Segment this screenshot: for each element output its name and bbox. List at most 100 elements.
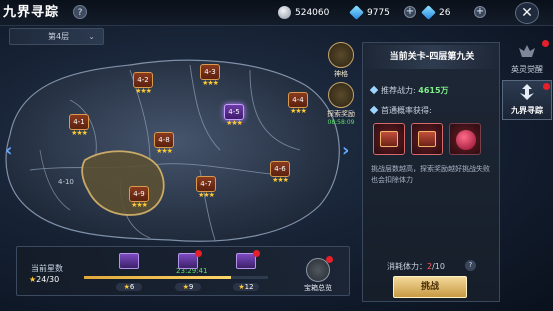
stage-stars: ★★★ <box>226 119 243 127</box>
tab-label: 九界寻踪 <box>511 105 543 115</box>
bullet-icon <box>369 85 379 95</box>
star-progress-fill <box>84 276 232 279</box>
chevron-down-icon: ⌄ <box>88 32 95 41</box>
chest-icon <box>418 131 436 147</box>
stage-stars: ★★★ <box>202 79 219 87</box>
recommended-power: 推荐战力: 4615万 <box>369 85 449 96</box>
drop-item[interactable] <box>373 123 405 155</box>
tab-hero-awakening[interactable]: 英灵觉醒 <box>502 40 552 80</box>
notification-dot <box>326 256 333 263</box>
stage-stars: ★★★ <box>71 129 88 137</box>
stage-label: 4-7 <box>196 176 216 192</box>
shenge-icon <box>328 42 354 68</box>
stage-label: 4-3 <box>200 64 220 80</box>
stage-node-4-1[interactable]: 4-1 ★★★ <box>66 114 92 144</box>
silver-counter: 524060 <box>278 5 329 21</box>
stage-node-4-2[interactable]: 4-2 ★★★ <box>130 72 156 102</box>
chest-icon <box>119 253 139 269</box>
silver-value: 524060 <box>295 8 330 18</box>
stage-label: 4-10 <box>58 178 74 186</box>
stage-node-4-6[interactable]: 4-6 ★★★ <box>267 161 293 191</box>
gem-value: 26 <box>439 8 451 18</box>
stage-label: 4-6 <box>270 161 290 177</box>
stage-stars: ★★★ <box>156 147 173 155</box>
stage-node-4-3[interactable]: 4-3 ★★★ <box>197 64 223 94</box>
explore-reward-button[interactable]: 探索奖励 08:58:09 <box>326 82 356 126</box>
notification-dot <box>253 250 260 257</box>
stage-node-4-9[interactable]: 4-9 ★★★ <box>126 186 152 216</box>
stage-label: 4-9 <box>129 186 149 202</box>
stage-stars: ★★★ <box>290 107 307 115</box>
bullet-icon <box>369 105 379 115</box>
shenge-button[interactable]: 神格 <box>326 42 356 79</box>
stars-count: 24/30 <box>36 275 60 284</box>
previous-floor-arrow[interactable]: ‹ <box>5 140 12 161</box>
stamina-help-icon[interactable]: ? <box>465 260 476 271</box>
stage-label: 4-2 <box>133 72 153 88</box>
winged-helmet-icon <box>519 45 535 57</box>
gem-icon <box>421 5 436 20</box>
top-bar: 九界寻踪 ? 524060 9775 + 26 + ✕ <box>0 0 553 26</box>
star-requirement: ★9 <box>175 283 201 291</box>
world-map <box>5 59 340 242</box>
stage-label: 4-1 <box>69 114 89 130</box>
stage-label: 4-4 <box>288 92 308 108</box>
stamina-total: /10 <box>432 262 445 271</box>
challenge-button[interactable]: 挑战 <box>393 276 467 298</box>
add-gem-button[interactable]: + <box>474 6 486 18</box>
stage-node-4-4[interactable]: 4-4 ★★★ <box>285 92 311 122</box>
explore-timer: 08:58:09 <box>327 119 355 126</box>
notification-dot <box>195 250 202 257</box>
gem-counter: 26 <box>421 5 451 21</box>
star-requirement: ★6 <box>116 283 142 291</box>
floor-dropdown-value: 第4层 <box>48 32 70 41</box>
help-icon[interactable]: ? <box>73 5 87 19</box>
next-floor-arrow[interactable]: › <box>342 140 349 161</box>
stage-node-4-7[interactable]: 4-7 ★★★ <box>193 176 219 206</box>
stamina-cost: 消耗体力：2/10 <box>387 262 445 271</box>
power-value: 4615万 <box>418 86 449 95</box>
stage-stars: ★★★ <box>272 176 289 184</box>
stage-label: 4-8 <box>154 132 174 148</box>
stage-title: 当前关卡-四层第九关 <box>363 45 501 69</box>
stage-label: 4-5 <box>224 104 244 120</box>
diamond-icon <box>349 5 364 20</box>
floor-dropdown[interactable]: 第4层 ⌄ <box>9 28 104 45</box>
stage-note: 挑战层数越高，探索奖励越好挑战失败也会扣除体力 <box>371 165 490 184</box>
diamond-counter: 9775 <box>349 5 390 21</box>
star-reward-chest[interactable]: ★6 <box>116 253 142 291</box>
tab-label: 英灵觉醒 <box>511 65 543 74</box>
current-stars-value: ★24/30 <box>29 275 59 284</box>
add-diamond-button[interactable]: + <box>404 6 416 18</box>
stage-node-4-10[interactable]: 4-10 <box>56 166 82 196</box>
star-reward-chest[interactable]: ★12 <box>233 250 260 291</box>
chest-icon <box>380 131 398 147</box>
chest-overview-label: 宝箱总览 <box>304 284 332 292</box>
silver-coin-icon <box>278 6 291 19</box>
treasure-icon <box>328 82 354 108</box>
drop-item[interactable] <box>411 123 443 155</box>
stage-node-4-5[interactable]: 4-5 ★★★ <box>221 104 247 134</box>
game-screen: 九界寻踪 ? 524060 9775 + 26 + ✕ 第4层 ⌄ ‹ › 4-… <box>0 0 553 311</box>
shenge-label: 神格 <box>334 70 348 78</box>
current-stars-label: 当前星数 <box>31 264 63 273</box>
diamond-value: 9775 <box>367 8 390 18</box>
stage-stars: ★★★ <box>131 201 148 209</box>
close-button[interactable]: ✕ <box>515 2 539 24</box>
orb-icon <box>456 130 476 150</box>
page-title: 九界寻踪 <box>3 5 60 20</box>
notification-dot <box>543 83 550 90</box>
chest-overview-button[interactable]: 宝箱总览 <box>298 256 338 293</box>
star-requirement: ★12 <box>233 283 259 291</box>
notification-dot <box>542 40 549 47</box>
crest-icon <box>520 84 534 100</box>
stage-stars: ★★★ <box>135 87 152 95</box>
stage-node-4-8[interactable]: 4-8 ★★★ <box>151 132 177 162</box>
star-reward-chest[interactable]: ★9 <box>175 250 202 291</box>
explore-reward-label: 探索奖励 <box>327 110 355 118</box>
drop-item[interactable] <box>449 123 481 155</box>
stage-stars: ★★★ <box>198 191 215 199</box>
stage-info-panel: 当前关卡-四层第九关 推荐战力: 4615万 首通概率获得: 挑战层数越高，探索… <box>362 42 501 302</box>
first-clear-drops-label: 首通概率获得: <box>369 105 432 116</box>
tab-nine-realms[interactable]: 九界寻踪 <box>502 80 552 120</box>
